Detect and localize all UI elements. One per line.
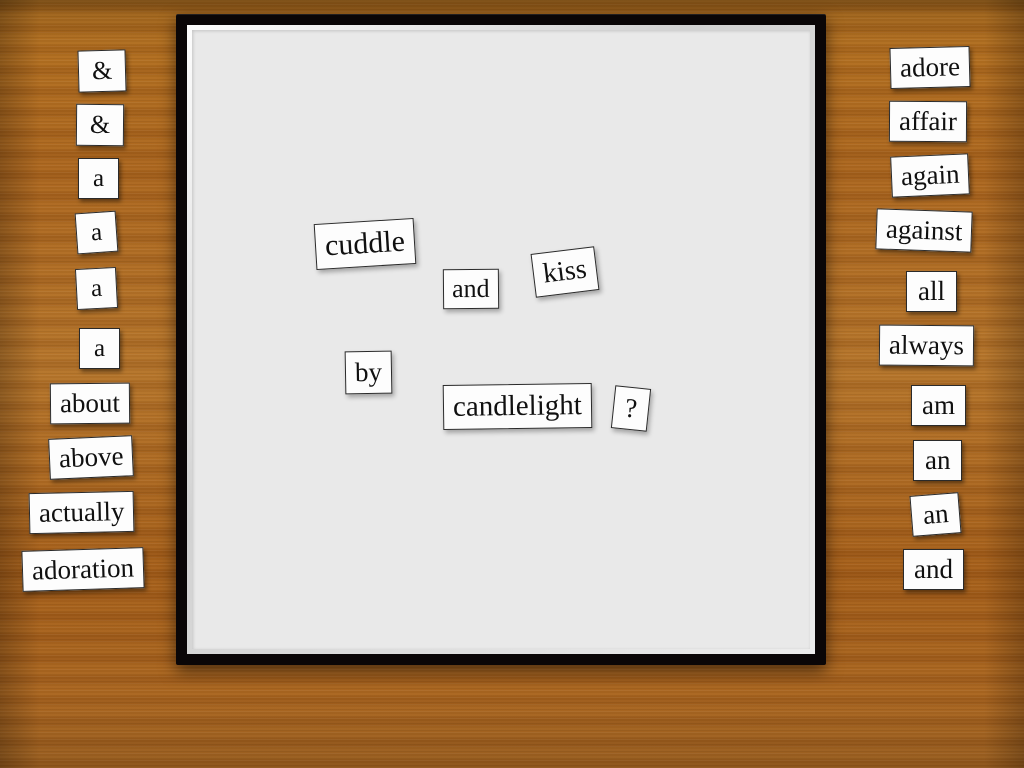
canvas-frame: cuddle and kiss by candlelight? xyxy=(176,14,826,665)
word-tile[interactable]: adore xyxy=(889,45,971,90)
word-tile[interactable]: by xyxy=(344,350,393,395)
word-tile[interactable]: am xyxy=(911,385,966,426)
word-tile[interactable]: again xyxy=(890,153,971,198)
bottom-toolbar xyxy=(0,666,1024,768)
word-tile[interactable]: always xyxy=(878,324,975,367)
word-tile[interactable]: a xyxy=(79,328,121,369)
word-tile[interactable]: a xyxy=(74,266,119,311)
word-tile[interactable]: & xyxy=(77,49,127,93)
word-tile[interactable]: and xyxy=(442,268,499,310)
word-tile[interactable]: candlelight xyxy=(442,382,593,431)
word-tile[interactable]: an xyxy=(909,492,963,537)
desk-background: & & a a a a about above actually adoration adore a… xyxy=(0,0,1024,768)
word-tile[interactable]: adoration xyxy=(21,547,145,592)
word-tile[interactable]: actually xyxy=(28,490,135,535)
word-tile[interactable]: affair xyxy=(888,100,968,143)
word-tile[interactable]: cuddle xyxy=(313,217,417,271)
word-tile[interactable]: about xyxy=(49,382,131,425)
word-tile[interactable]: all xyxy=(906,271,957,312)
canvas-frame-bevel: cuddle and kiss by candlelight? xyxy=(187,25,815,654)
word-tile[interactable]: ? xyxy=(610,385,652,432)
word-tile[interactable]: and xyxy=(903,549,964,590)
word-tile[interactable]: a xyxy=(78,158,120,199)
poem-canvas[interactable]: cuddle and kiss by candlelight? xyxy=(192,30,810,649)
word-tile[interactable]: a xyxy=(74,210,119,255)
word-tile[interactable]: & xyxy=(75,103,125,147)
word-tile[interactable]: kiss xyxy=(530,246,600,298)
word-tile[interactable]: above xyxy=(48,435,135,480)
word-tile[interactable]: against xyxy=(875,208,974,253)
word-tile[interactable]: an xyxy=(913,440,963,481)
